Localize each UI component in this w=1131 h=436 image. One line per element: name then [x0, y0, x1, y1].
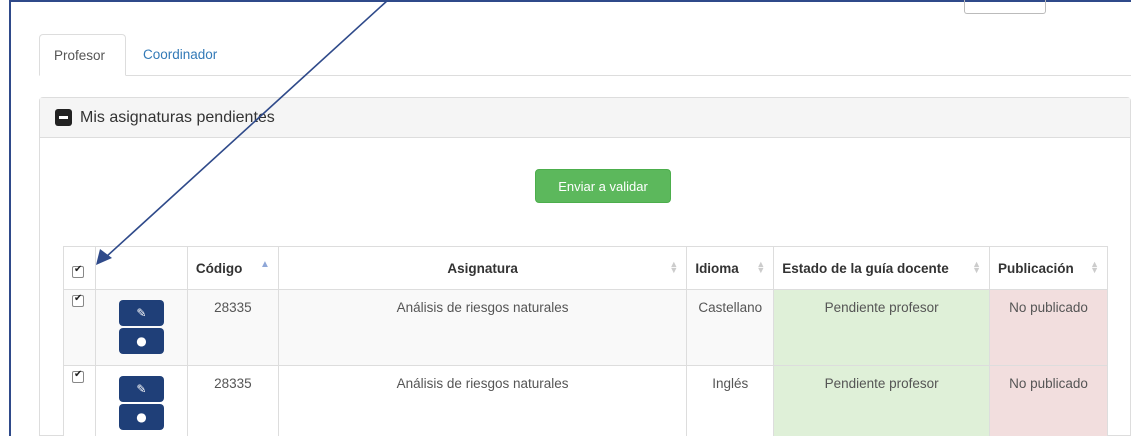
annotation-arrow-line: [105, 0, 389, 258]
annotation-arrowhead: [96, 249, 112, 265]
annotation-arrow: [96, 0, 389, 265]
